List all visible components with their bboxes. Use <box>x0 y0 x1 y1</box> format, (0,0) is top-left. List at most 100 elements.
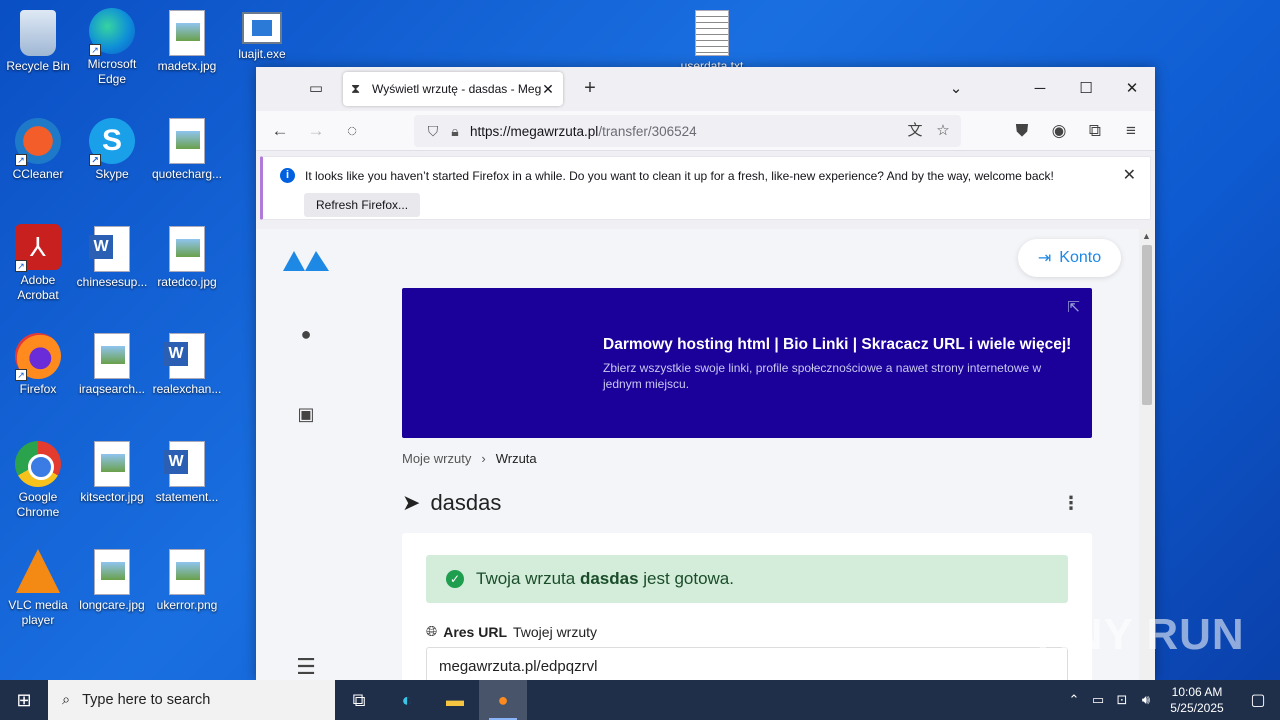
search-placeholder: Type here to search <box>82 692 211 708</box>
notification-message: It looks like you haven’t started Firefo… <box>305 169 1054 183</box>
search-icon: ⌕ <box>62 692 71 708</box>
desktop-icon-ratedco[interactable]: ratedco.jpg <box>149 226 225 290</box>
image-file-icon <box>169 226 205 272</box>
desktop-icon-quotecharg[interactable]: quotecharg... <box>149 118 225 182</box>
skype-icon: S ↗ <box>89 118 135 166</box>
success-alert: ✓ Twoja wrzuta dasdas jest gotowa. <box>426 555 1068 603</box>
transfer-url-field[interactable]: megawrzuta.pl/edpqzrvl <box>426 647 1068 680</box>
chrome-icon <box>15 441 61 487</box>
action-center-icon[interactable]: ▢ <box>1236 690 1280 710</box>
megawrzuta-logo[interactable] <box>283 247 331 271</box>
desktop-icon-luajit[interactable]: luajit.exe <box>224 12 300 62</box>
list-all-tabs-icon[interactable]: ⌄ <box>934 75 978 103</box>
desktop-icon-acrobat[interactable]: ⅄ ↗ Adobe Acrobat <box>0 224 76 303</box>
desktop-icon-ukerror[interactable]: ukerror.png <box>149 549 225 613</box>
new-tab-button[interactable]: + <box>578 77 602 101</box>
maximize-button[interactable]: ☐ <box>1064 75 1108 103</box>
acrobat-icon: ⅄ ↗ <box>15 224 61 272</box>
desktop-icon-chinesesup[interactable]: chinesesup... <box>74 226 150 290</box>
translate-icon[interactable]: 文 <box>904 120 926 142</box>
task-view-icon[interactable]: ⧉ <box>335 680 383 720</box>
ad-banner[interactable]: ⇱ Darmowy hosting html | Bio Linki | Skr… <box>402 288 1092 438</box>
word-file-icon <box>164 333 205 379</box>
desktop-icon-longcare[interactable]: longcare.jpg <box>74 549 150 613</box>
user-profile-icon[interactable]: ● <box>296 324 316 344</box>
taskbar: ⊞ ⌕ Type here to search ⧉ ◐ ▬ ● ⌃ ▭ ⊡ 🔊︎… <box>0 680 1280 720</box>
edge-icon: ↗ <box>89 8 135 56</box>
hamburger-menu-icon[interactable]: ☰ <box>296 654 316 679</box>
forward-button[interactable]: → <box>304 119 328 143</box>
desktop-icon-label: Recycle Bin <box>6 59 70 73</box>
desktop-icon-recycle-bin[interactable]: Recycle Bin <box>0 10 76 74</box>
ethernet-icon[interactable]: ⊡ <box>1110 692 1134 708</box>
external-link-icon[interactable]: ⇱ <box>1067 298 1080 316</box>
pocket-icon[interactable]: ⛊ <box>1010 119 1034 143</box>
taskbar-search[interactable]: ⌕ Type here to search <box>48 680 335 720</box>
firefox-view-icon[interactable]: ▭ <box>306 79 326 99</box>
network-icon[interactable]: ▭ <box>1086 692 1110 708</box>
clock[interactable]: 10:06 AM 5/25/2025 <box>1158 684 1236 716</box>
alert-text: Twoja wrzuta dasdas jest gotowa. <box>476 569 734 588</box>
desktop-icon-label: quotecharg... <box>151 167 223 181</box>
banner-headline: Darmowy hosting html | Bio Linki | Skrac… <box>603 336 1072 353</box>
desktop-icon-ccleaner[interactable]: ↗ CCleaner <box>0 118 76 182</box>
close-window-button[interactable]: ✕ <box>1110 75 1154 103</box>
stop-loading-button[interactable]: ◌ <box>340 119 364 143</box>
check-circle-icon: ✓ <box>446 570 464 588</box>
scroll-up-icon[interactable]: ▲ <box>1142 231 1151 241</box>
desktop-icon-label: kitsector.jpg <box>80 490 144 504</box>
desktop-icon-realexchan[interactable]: realexchan... <box>149 333 225 397</box>
menu-icon[interactable]: ≡ <box>1119 119 1143 143</box>
back-button[interactable]: ← <box>268 119 292 143</box>
minimize-button[interactable]: ─ <box>1018 75 1062 103</box>
desktop-icon-statement[interactable]: statement... <box>149 441 225 505</box>
desktop-icon-madetx[interactable]: madetx.jpg <box>149 10 225 74</box>
taskbar-firefox-icon[interactable]: ● <box>479 680 527 720</box>
more-options-icon[interactable]: ⋮ <box>1062 493 1080 514</box>
paper-plane-icon: ➤ <box>402 490 421 515</box>
desktop-icon-firefox[interactable]: ↗ Firefox <box>0 333 76 397</box>
clipboard-icon[interactable]: ▣ <box>296 404 316 424</box>
nav-toolbar: ← → ◌ ⛉ 🔒︎ https://megawrzuta.pl/transfe… <box>256 111 1155 151</box>
desktop-icon-edge[interactable]: ↗ Microsoft Edge <box>74 8 150 87</box>
bookmark-star-icon[interactable]: ☆ <box>932 120 954 142</box>
taskbar-edge-icon[interactable]: ◐ <box>383 680 431 720</box>
start-button[interactable]: ⊞ <box>0 680 48 720</box>
word-file-icon <box>164 441 205 487</box>
desktop-icon-label: CCleaner <box>12 167 64 181</box>
desktop-icon-vlc[interactable]: VLC media player <box>0 549 76 628</box>
taskbar-file-explorer-icon[interactable]: ▬ <box>431 680 479 720</box>
desktop-icon-skype[interactable]: S ↗ Skype <box>74 118 150 182</box>
sign-in-icon: ⇥ <box>1037 250 1052 267</box>
shield-icon[interactable]: ⛉ <box>422 123 444 140</box>
extensions-icon[interactable]: ⧉ <box>1083 119 1107 143</box>
desktop-icon-kitsector[interactable]: kitsector.jpg <box>74 441 150 505</box>
transfer-title: dasdas <box>430 490 502 515</box>
scrollbar-thumb[interactable] <box>1142 245 1152 405</box>
url-field-label: 🌐︎ Ares URL Twojej wrzuty <box>426 623 598 640</box>
firefox-icon: ↗ <box>15 333 61 381</box>
image-file-icon <box>169 10 205 56</box>
notification-close-icon[interactable]: ✕ <box>1123 165 1136 185</box>
lock-icon[interactable]: 🔒︎ <box>444 123 466 140</box>
exe-file-icon <box>242 12 282 44</box>
desktop-icon-label: Google Chrome <box>16 490 60 519</box>
url-bar[interactable]: ⛉ 🔒︎ https://megawrzuta.pl/transfer/3065… <box>414 115 961 147</box>
image-file-icon <box>94 549 130 595</box>
image-file-icon <box>94 441 130 487</box>
desktop-icon-userdata[interactable]: userdata.txt <box>674 10 750 74</box>
account-button[interactable]: ⇥ Konto <box>1018 239 1121 277</box>
tab-active[interactable]: ⧗ Wyświetl wrzutę - dasdas - Meg ✕ <box>343 72 563 106</box>
desktop-icon-iraqsearch[interactable]: iraqsearch... <box>74 333 150 397</box>
desktop-icon-label: Firefox <box>19 382 57 396</box>
account-icon[interactable]: ◉ <box>1047 119 1071 143</box>
clock-time: 10:06 AM <box>1171 685 1223 699</box>
desktop-icon-label: longcare.jpg <box>79 598 145 612</box>
breadcrumb-parent[interactable]: Moje wrzuty <box>402 451 471 466</box>
volume-icon[interactable]: 🔊︎ <box>1134 692 1158 708</box>
desktop-icon-chrome[interactable]: Google Chrome <box>0 441 76 520</box>
globe-icon: 🌐︎ <box>426 623 438 639</box>
chevron-up-icon[interactable]: ⌃ <box>1062 692 1086 708</box>
tab-close-icon[interactable]: ✕ <box>541 81 555 98</box>
refresh-firefox-button[interactable]: Refresh Firefox... <box>304 193 421 217</box>
